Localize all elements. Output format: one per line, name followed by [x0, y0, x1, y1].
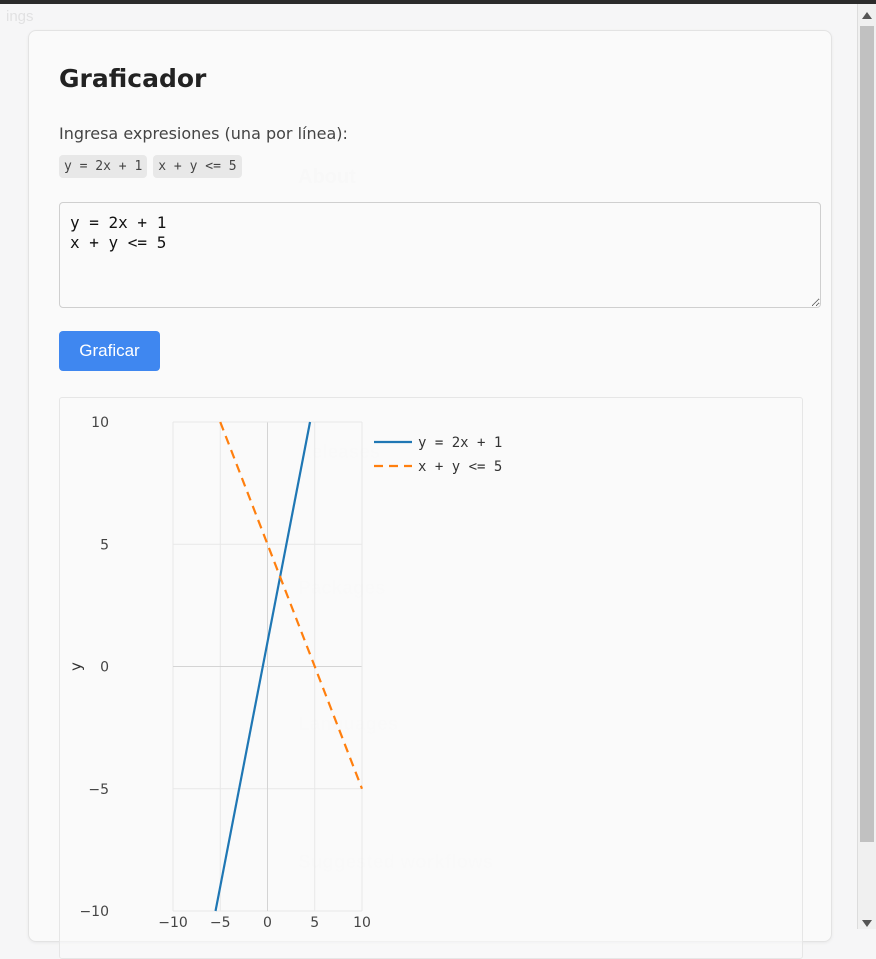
y-tick-label: −5: [88, 782, 109, 798]
y-tick-label: 0: [100, 660, 109, 676]
y-tick-label: −10: [79, 904, 109, 920]
legend-label-1: y = 2x + 1: [418, 435, 502, 451]
y-tick-label: 10: [91, 415, 109, 431]
chart-svg: −10 −5 0 5 101050−5−10yy = 2x + 1x + y <= 5: [67, 415, 502, 931]
legend-label-2: x + y <= 5: [418, 459, 502, 475]
graficar-button[interactable]: Graficar: [59, 331, 160, 371]
scroll-up-arrow-icon[interactable]: [862, 12, 872, 19]
window-top-bar: [0, 0, 876, 4]
example-chip: y = 2x + 1: [59, 155, 148, 178]
y-axis-label: y: [67, 662, 85, 671]
vertical-scrollbar[interactable]: [857, 4, 876, 929]
graficador-card: Graficador Ingresa expresiones (una por …: [28, 30, 832, 959]
series-line-2: [219, 421, 364, 790]
example-chip: x + y <= 5: [153, 155, 242, 178]
example-chips: y = 2x + 1 x + y <= 5: [59, 155, 242, 178]
page-title: Graficador: [59, 64, 207, 93]
expressions-textarea[interactable]: y = 2x + 1 x + y <= 5: [59, 202, 821, 308]
scrollbar-thumb[interactable]: [860, 26, 874, 842]
scroll-down-arrow-icon[interactable]: [862, 920, 872, 927]
instructions-label: Ingresa expresiones (una por línea):: [59, 124, 348, 143]
ghost-top-left: ings: [6, 8, 34, 25]
y-tick-label: 5: [100, 537, 109, 553]
plot-container: −10 −5 0 5 10 10 5 0 −5 −10 y y = 2x + 1x + y <= 5: [59, 397, 803, 959]
